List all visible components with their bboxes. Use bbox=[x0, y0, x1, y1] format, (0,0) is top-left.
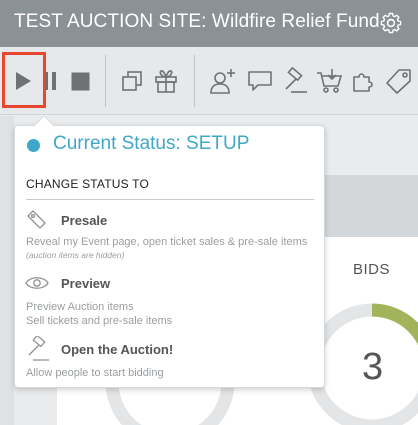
status-option-presale[interactable]: Presale Reveal my Event page, open ticke… bbox=[15, 208, 326, 266]
gift-icon[interactable] bbox=[151, 47, 181, 115]
stop-icon[interactable] bbox=[66, 47, 94, 115]
bids-count: 3 bbox=[362, 346, 384, 388]
auction-gavel-icon[interactable] bbox=[279, 47, 311, 115]
play-button-highlight bbox=[2, 52, 46, 108]
status-option-preview[interactable]: Preview Preview Auction items Sell ticke… bbox=[15, 272, 326, 330]
copy-icon[interactable] bbox=[117, 47, 147, 115]
option-label: Preview bbox=[61, 276, 111, 291]
left-panel bbox=[0, 116, 14, 425]
option-label: Presale bbox=[61, 213, 108, 228]
toolbar bbox=[0, 47, 418, 115]
option-description: Sell tickets and pre-sale items bbox=[26, 315, 173, 327]
bids-label: BIDS bbox=[353, 261, 391, 278]
status-option-open-auction[interactable]: Open the Auction! Allow people to start … bbox=[15, 334, 326, 386]
option-description: Preview Auction items bbox=[26, 301, 134, 313]
secondary-ring bbox=[105, 382, 235, 425]
chat-icon[interactable] bbox=[245, 47, 275, 115]
tag-icon bbox=[25, 210, 49, 232]
gavel-icon bbox=[25, 334, 49, 361]
eye-icon bbox=[25, 274, 49, 296]
add-user-icon[interactable] bbox=[206, 47, 240, 115]
toolbar-separator bbox=[194, 55, 195, 107]
toolbar-separator bbox=[105, 55, 106, 107]
change-status-heading: CHANGE STATUS TO bbox=[26, 177, 149, 191]
status-popover: Current Status: SETUP CHANGE STATUS TO P… bbox=[14, 115, 326, 388]
divider bbox=[26, 199, 314, 200]
option-note: (auction items are hidden) bbox=[26, 250, 125, 260]
tag-icon[interactable] bbox=[382, 47, 416, 115]
app-title: TEST AUCTION SITE: Wildfire Relief Fund bbox=[14, 11, 380, 32]
option-label: Open the Auction! bbox=[61, 342, 174, 357]
status-dot bbox=[27, 139, 40, 152]
option-description: Reveal my Event page, open ticket sales … bbox=[26, 236, 308, 248]
title-bar: TEST AUCTION SITE: Wildfire Relief Fund bbox=[0, 0, 418, 47]
popover-arrow bbox=[34, 115, 54, 135]
gear-icon[interactable] bbox=[379, 11, 403, 35]
current-status: Current Status: SETUP bbox=[53, 133, 250, 154]
option-description: Allow people to start bidding bbox=[26, 367, 164, 379]
cart-icon[interactable] bbox=[313, 47, 345, 115]
puzzle-icon[interactable] bbox=[347, 47, 379, 115]
